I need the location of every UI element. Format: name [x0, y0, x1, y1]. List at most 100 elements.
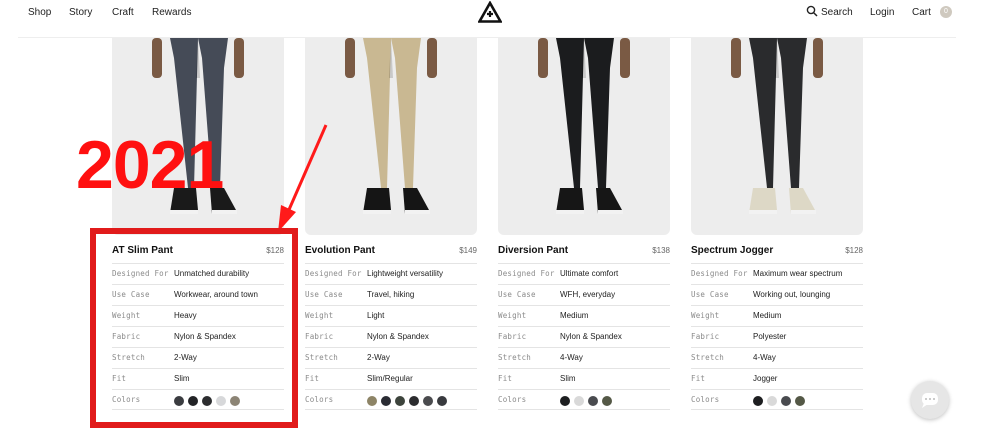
spec-label: Designed For [305, 269, 362, 278]
product-price: $149 [459, 246, 477, 255]
spec-row-use-case: Use Case Working out, lounging [691, 284, 863, 305]
spec-label: Use Case [305, 290, 343, 299]
spec-row-colors: Colors [691, 389, 863, 410]
spec-value: WFH, everyday [560, 290, 616, 299]
product-price: $138 [652, 246, 670, 255]
spec-row-fabric: Fabric Nylon & Spandex [498, 326, 670, 347]
spec-table: Designed For Maximum wear spectrum Use Cas… [691, 263, 863, 410]
spec-value: Nylon & Spandex [560, 332, 622, 341]
search-link[interactable]: Search [821, 7, 853, 18]
color-swatch[interactable] [423, 396, 433, 406]
highlight-box [90, 228, 298, 428]
search-icon[interactable] [806, 5, 818, 17]
color-swatch[interactable] [381, 396, 391, 406]
spec-value: Nylon & Spandex [367, 332, 429, 341]
spec-row-fit: Fit Slim/Regular [305, 368, 477, 389]
year-annotation: 2021 [76, 127, 224, 203]
product-photo [538, 38, 630, 214]
color-swatch[interactable] [781, 396, 791, 406]
spec-row-weight: Weight Medium [691, 305, 863, 326]
spec-row-designed-for: Designed For Ultimate comfort [498, 263, 670, 284]
spec-label: Fit [691, 374, 706, 383]
login-link[interactable]: Login [870, 7, 894, 18]
spec-row-weight: Weight Light [305, 305, 477, 326]
nav-shop[interactable]: Shop [28, 7, 51, 18]
spec-row-fabric: Fabric Nylon & Spandex [305, 326, 477, 347]
nav-story[interactable]: Story [69, 7, 92, 18]
color-swatch[interactable] [437, 396, 447, 406]
spec-row-use-case: Use Case WFH, everyday [498, 284, 670, 305]
spec-row-colors: Colors [305, 389, 477, 410]
color-swatch[interactable] [588, 396, 598, 406]
cart-link[interactable]: Cart [912, 7, 931, 18]
spec-label: Stretch [305, 353, 339, 362]
chat-widget-button[interactable] [911, 381, 949, 419]
spec-label: Use Case [691, 290, 729, 299]
spec-label: Fabric [691, 332, 720, 341]
spec-value: 4-Way [753, 353, 776, 362]
spec-label: Fabric [498, 332, 527, 341]
spec-label: Colors [305, 395, 334, 404]
spec-row-colors: Colors [498, 389, 670, 410]
color-swatch[interactable] [753, 396, 763, 406]
spec-label: Colors [691, 395, 720, 404]
spec-label: Use Case [498, 290, 536, 299]
nav-craft[interactable]: Craft [112, 7, 134, 18]
spec-value: 2-Way [367, 353, 390, 362]
spec-label: Weight [305, 311, 334, 320]
product-name[interactable]: Evolution Pant [305, 245, 375, 256]
spec-label: Designed For [498, 269, 555, 278]
spec-row-weight: Weight Medium [498, 305, 670, 326]
spec-row-stretch: Stretch 2-Way [305, 347, 477, 368]
product-photo [731, 38, 823, 214]
spec-value: Ultimate comfort [560, 269, 619, 278]
spec-value: 4-Way [560, 353, 583, 362]
product-photo-frame[interactable] [691, 38, 863, 235]
spec-label: Stretch [498, 353, 532, 362]
spec-row-stretch: Stretch 4-Way [691, 347, 863, 368]
spec-row-fit: Fit Jogger [691, 368, 863, 389]
color-swatches [560, 396, 612, 406]
spec-value: Slim [560, 374, 576, 383]
spec-value: Medium [753, 311, 782, 320]
nav-rewards[interactable]: Rewards [152, 7, 191, 18]
color-swatch[interactable] [395, 396, 405, 406]
spec-table: Designed For Ultimate comfort Use Case WFH,… [498, 263, 670, 410]
cart-count-badge[interactable]: 0 [940, 6, 952, 18]
brand-logo-icon[interactable] [478, 1, 502, 23]
chat-bubble-icon [922, 393, 938, 408]
spec-row-use-case: Use Case Travel, hiking [305, 284, 477, 305]
spec-value: Working out, lounging [753, 290, 831, 299]
spec-label: Weight [691, 311, 720, 320]
color-swatches [753, 396, 805, 406]
spec-row-designed-for: Designed For Lightweight versatility [305, 263, 477, 284]
color-swatch[interactable] [795, 396, 805, 406]
product-photo-frame[interactable] [305, 38, 477, 235]
color-swatch[interactable] [767, 396, 777, 406]
product-name[interactable]: Spectrum Jogger [691, 245, 773, 256]
color-swatch[interactable] [367, 396, 377, 406]
product-name[interactable]: Diversion Pant [498, 245, 568, 256]
spec-row-designed-for: Designed For Maximum wear spectrum [691, 263, 863, 284]
spec-label: Colors [498, 395, 527, 404]
spec-row-fit: Fit Slim [498, 368, 670, 389]
product-price: $128 [845, 246, 863, 255]
product-photo-frame[interactable] [498, 38, 670, 235]
spec-table: Designed For Lightweight versatility Use C… [305, 263, 477, 410]
site-header: Shop Story Craft Rewards Search Login Ca… [0, 0, 984, 38]
color-swatches [367, 396, 447, 406]
color-swatch[interactable] [409, 396, 419, 406]
spec-value: Maximum wear spectrum [753, 269, 843, 278]
color-swatch[interactable] [574, 396, 584, 406]
spec-value: Light [367, 311, 385, 320]
color-swatch[interactable] [560, 396, 570, 406]
product-photo [345, 38, 437, 214]
color-swatch[interactable] [602, 396, 612, 406]
spec-value: Travel, hiking [367, 290, 415, 299]
spec-row-stretch: Stretch 4-Way [498, 347, 670, 368]
spec-label: Fabric [305, 332, 334, 341]
spec-label: Stretch [691, 353, 725, 362]
spec-label: Fit [498, 374, 513, 383]
spec-value: Polyester [753, 332, 787, 341]
spec-value: Slim/Regular [367, 374, 413, 383]
